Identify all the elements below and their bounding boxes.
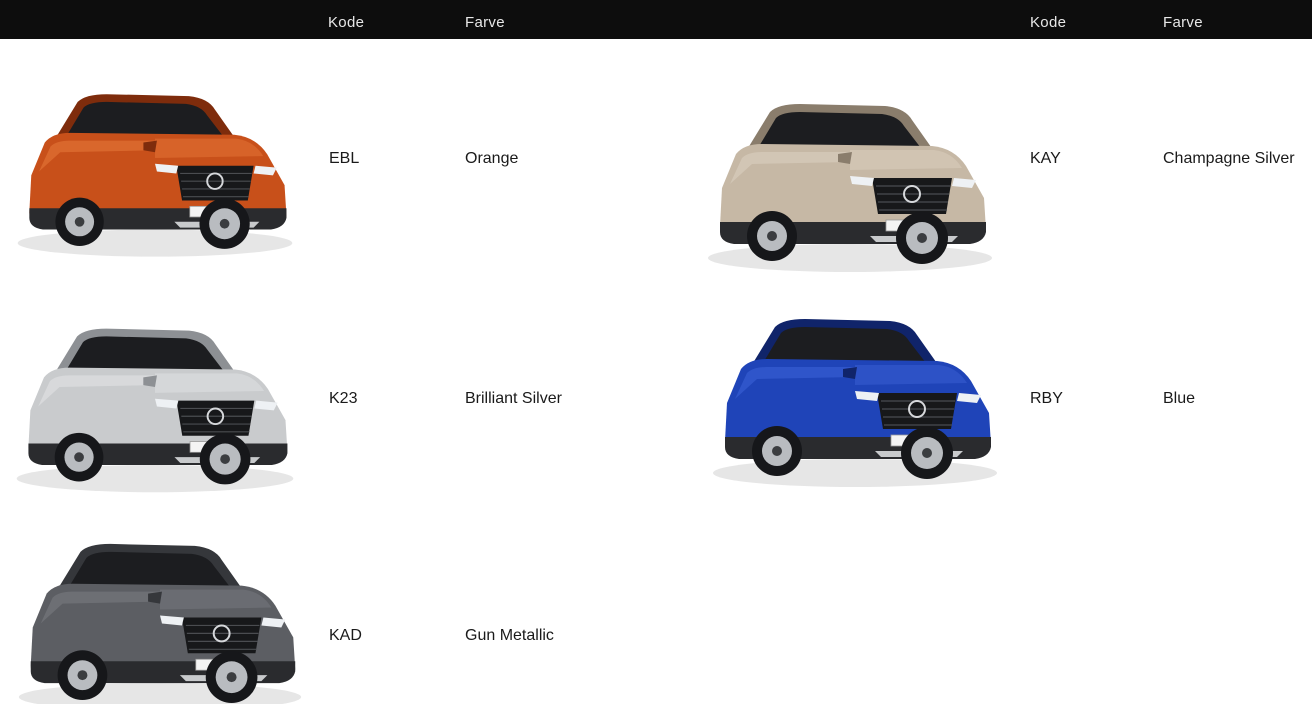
car-brilliant-silver-image (16, 328, 294, 493)
header-code-right: Kode (1030, 14, 1067, 31)
car-blue-image (713, 319, 997, 487)
color-name: Champagne Silver (1163, 150, 1295, 167)
color-name: Blue (1163, 390, 1196, 407)
table-header: Kode Farve Kode Farve (0, 0, 1312, 39)
color-name: Orange (465, 150, 519, 167)
color-code: KAY (1030, 150, 1061, 167)
header-color-right: Farve (1163, 14, 1203, 31)
color-code: KAD (329, 627, 362, 644)
car-champagne-silver-image (708, 104, 992, 272)
color-code: EBL (329, 150, 360, 167)
color-code: K23 (329, 390, 358, 407)
header-color-left: Farve (465, 14, 505, 31)
car-gun-metallic-image (18, 543, 302, 704)
color-name: Gun Metallic (465, 627, 554, 644)
color-code: RBY (1030, 390, 1063, 407)
car-orange-image (17, 94, 293, 257)
color-name: Brilliant Silver (465, 390, 562, 407)
header-code-left: Kode (328, 14, 365, 31)
